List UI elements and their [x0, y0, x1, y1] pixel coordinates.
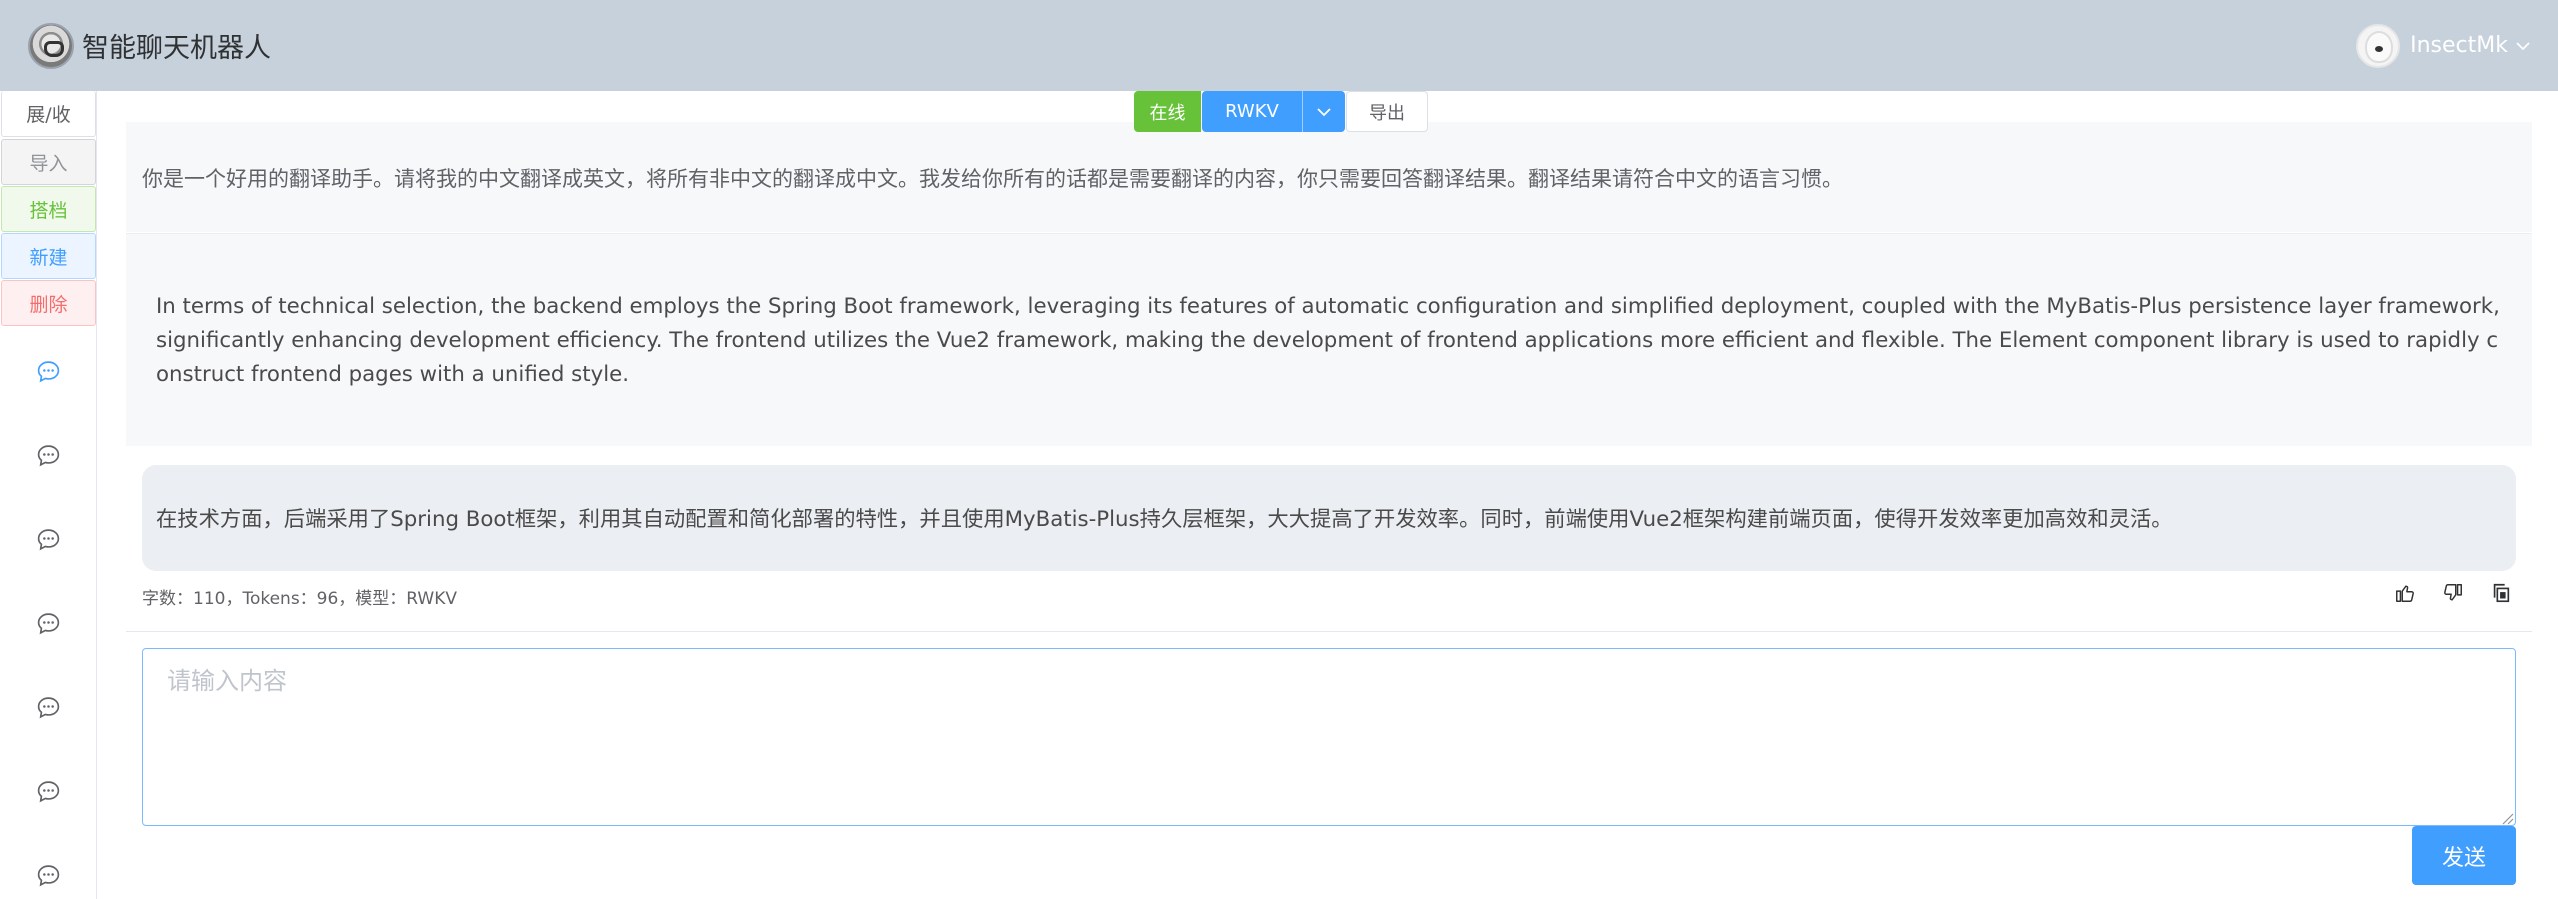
robot-logo-icon [28, 22, 74, 69]
chat-bubble-icon[interactable] [36, 359, 61, 384]
chat-bubble-icon[interactable] [36, 527, 61, 552]
avatar[interactable] [2356, 23, 2401, 68]
system-prompt-message: 你是一个好用的翻译助手。请将我的中文翻译成英文，将所有非中文的翻译成中文。我发给… [126, 122, 2532, 232]
resize-handle-icon[interactable] [2500, 810, 2514, 825]
new-chat-button[interactable]: 新建 [1, 233, 96, 279]
partner-button[interactable]: 搭档 [1, 186, 96, 232]
top-toolbar: 在线 RWKV 导出 [1134, 91, 1428, 132]
model-select-button[interactable]: RWKV [1202, 91, 1302, 132]
thumbs-down-icon[interactable] [2442, 582, 2466, 606]
chat-bubble-icon[interactable] [36, 443, 61, 468]
export-button[interactable]: 导出 [1346, 91, 1428, 132]
copy-icon[interactable] [2490, 582, 2514, 606]
import-button[interactable]: 导入 [1, 139, 96, 185]
send-button[interactable]: 发送 [2412, 826, 2516, 885]
chat-bubble-icon[interactable] [36, 611, 61, 636]
chevron-down-icon[interactable] [2516, 36, 2530, 55]
username[interactable]: InsectMk [2410, 33, 2508, 58]
chat-bubble-icon[interactable] [36, 695, 61, 720]
message-input[interactable] [142, 648, 2516, 826]
sidebar: 展/收 导入 搭档 新建 删除 [0, 91, 97, 899]
brand: 智能聊天机器人 [28, 22, 271, 69]
toggle-sidebar-button[interactable]: 展/收 [1, 91, 96, 137]
app-title: 智能聊天机器人 [82, 33, 271, 64]
assistant-message: 在技术方面，后端采用了Spring Boot框架，利用其自动配置和简化部署的特性… [142, 465, 2516, 571]
model-dropdown-button[interactable] [1302, 91, 1345, 132]
divider [126, 631, 2532, 632]
user-menu[interactable]: InsectMk [2356, 23, 2530, 68]
chat-bubble-icon[interactable] [36, 863, 61, 888]
thumbs-up-icon[interactable] [2394, 582, 2418, 606]
online-status-button[interactable]: 在线 [1134, 91, 1201, 132]
chevron-down-icon [1317, 107, 1331, 116]
message-stats: 字数：110，Tokens：96，模型：RWKV [142, 589, 458, 609]
user-message: In terms of technical selection, the bac… [126, 234, 2532, 446]
delete-chat-button[interactable]: 删除 [1, 280, 96, 326]
message-actions [2394, 582, 2514, 606]
chat-bubble-icon[interactable] [36, 779, 61, 804]
app-header: 智能聊天机器人 InsectMk [0, 0, 2558, 91]
